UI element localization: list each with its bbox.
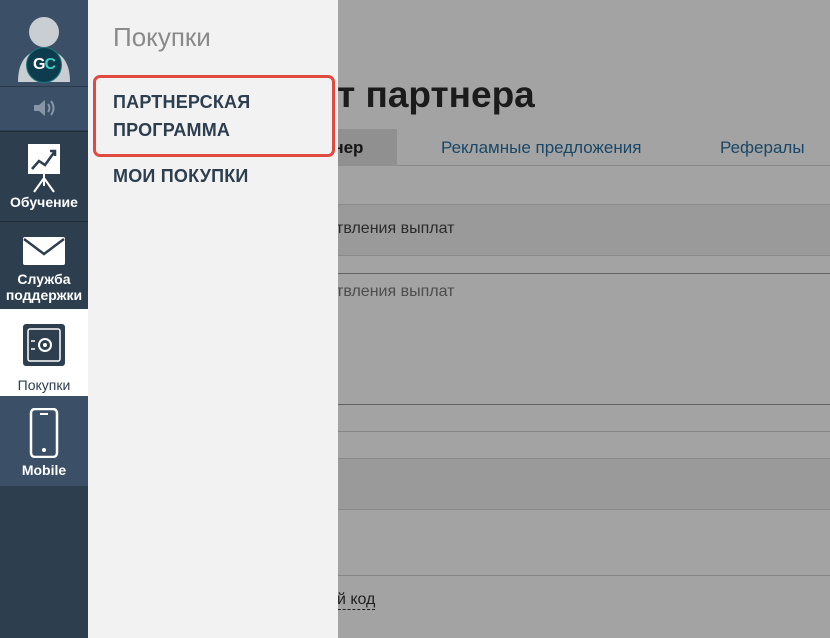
safe-icon bbox=[23, 324, 65, 366]
sound-toggle[interactable] bbox=[0, 86, 88, 130]
chart-board-icon bbox=[28, 144, 60, 193]
badge-letter-g: G bbox=[32, 56, 45, 73]
sidebar-item-label: Обучение bbox=[10, 194, 78, 210]
sidebar-item-learning[interactable]: Обучение bbox=[0, 131, 88, 220]
sidebar-item-purchases[interactable]: Покупки bbox=[0, 309, 88, 396]
envelope-icon bbox=[23, 237, 65, 265]
speaker-icon bbox=[34, 100, 55, 116]
highlight-annotation bbox=[93, 75, 335, 157]
menu-item-my-purchases[interactable]: МОИ ПОКУПКИ bbox=[113, 162, 249, 190]
sidebar-item-label: Покупки bbox=[17, 377, 71, 393]
sidebar-item-label: Служба поддержки bbox=[5, 271, 83, 303]
flyout-title: Покупки bbox=[113, 22, 211, 52]
sidebar-item-label: Mobile bbox=[21, 462, 67, 478]
badge-letter-c: C bbox=[44, 56, 56, 73]
sidebar: GC Обучение Служба поддержки Покупки Mob… bbox=[0, 0, 88, 638]
smartphone-icon bbox=[29, 408, 59, 458]
sidebar-item-mobile[interactable]: Mobile bbox=[0, 396, 88, 486]
sidebar-item-support[interactable]: Служба поддержки bbox=[0, 221, 88, 309]
profile-area[interactable]: GC bbox=[0, 0, 88, 86]
gc-logo-badge: GC bbox=[26, 47, 62, 83]
